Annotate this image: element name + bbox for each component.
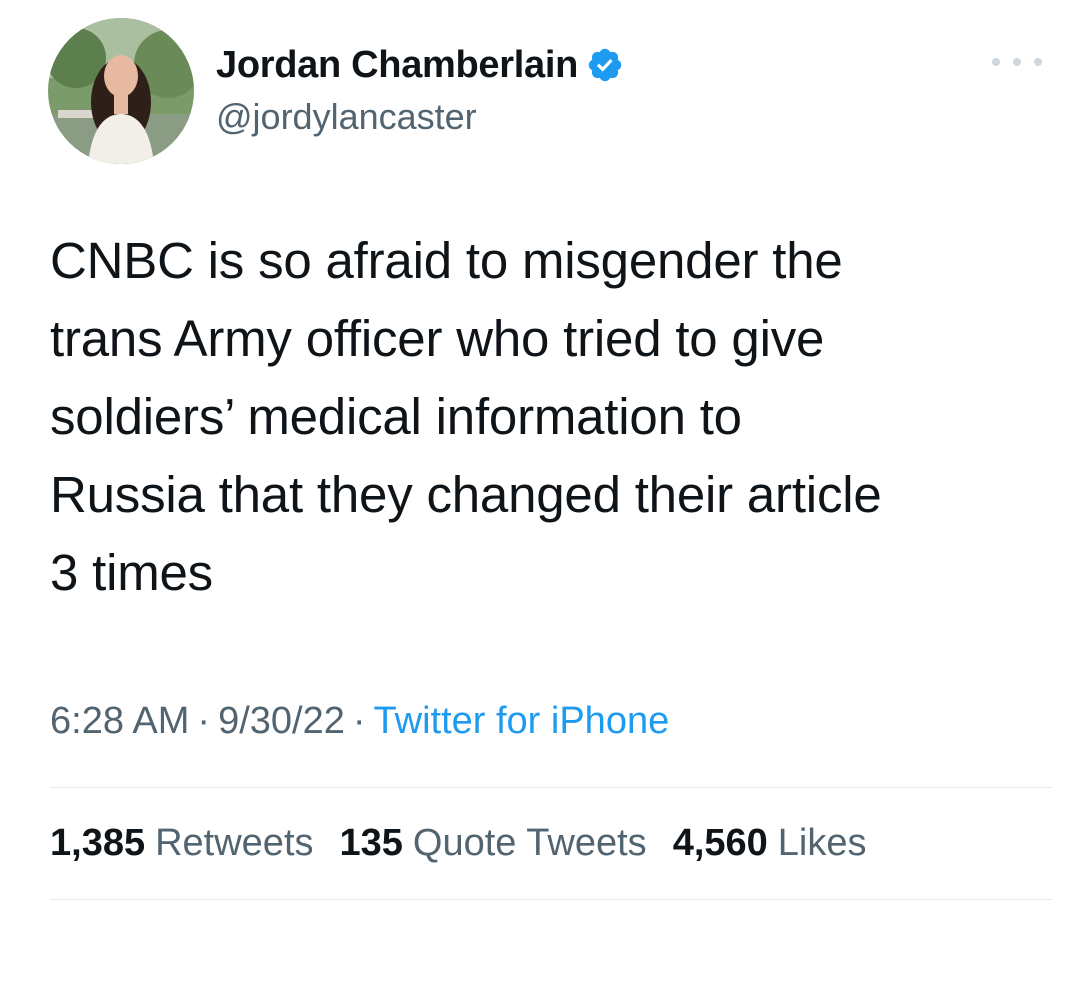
author-handle[interactable]: @jordylancaster <box>216 96 477 138</box>
dot <box>992 58 1000 66</box>
quote-tweets-label: Quote Tweets <box>412 822 647 864</box>
retweets-count: 1,385 <box>50 822 146 864</box>
dot <box>1013 58 1021 66</box>
profile-photo-icon <box>48 18 194 164</box>
divider <box>50 787 1052 788</box>
verified-badge-icon <box>586 46 624 84</box>
quote-tweets-count: 135 <box>339 822 403 864</box>
retweets-stat[interactable]: 1,385 Retweets <box>50 822 314 865</box>
tweet-date[interactable]: 9/30/22 <box>218 700 345 742</box>
likes-label: Likes <box>777 822 867 864</box>
avatar[interactable] <box>48 18 194 164</box>
retweets-label: Retweets <box>155 822 314 864</box>
more-options-icon[interactable] <box>992 50 1042 74</box>
likes-stat[interactable]: 4,560 Likes <box>673 822 867 865</box>
tweet-stats: 1,385 Retweets 135 Quote Tweets 4,560 Likes <box>50 822 893 865</box>
author-name-row[interactable]: Jordan Chamberlain <box>216 40 624 90</box>
display-name[interactable]: Jordan Chamberlain <box>216 44 578 87</box>
meta-separator: · <box>352 700 366 742</box>
tweet-text: CNBC is so afraid to misgender the trans… <box>50 232 882 601</box>
meta-separator: · <box>197 700 211 742</box>
likes-count: 4,560 <box>672 822 768 864</box>
tweet-meta: 6:28 AM · 9/30/22 · Twitter for iPhone <box>50 700 669 743</box>
tweet-time[interactable]: 6:28 AM <box>50 700 189 742</box>
tweet-card: Jordan Chamberlain @jordylancaster CNBC … <box>0 0 1080 1006</box>
dot <box>1034 58 1042 66</box>
quote-tweets-stat[interactable]: 135 Quote Tweets <box>340 822 647 865</box>
divider <box>50 899 1052 900</box>
tweet-source-link[interactable]: Twitter for iPhone <box>374 700 670 742</box>
